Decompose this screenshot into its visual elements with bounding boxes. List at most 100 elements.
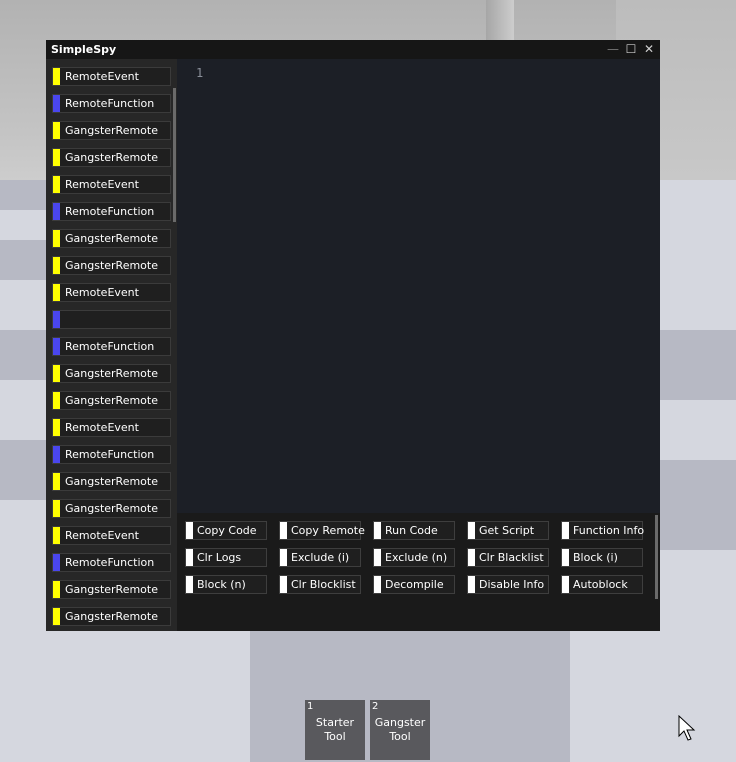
line-number: 1: [196, 66, 204, 80]
simplespy-window: SimpleSpy — ☐ ✕ RemoteEvent RemoteFunctio…: [46, 40, 660, 631]
hotbar-slot-starter-tool[interactable]: 1 Starter Tool: [305, 700, 365, 760]
copy-code-button[interactable]: Copy Code: [185, 521, 267, 540]
button-panel-scrollbar[interactable]: [655, 515, 658, 599]
button-indicator: [562, 522, 569, 539]
floor-tile: [660, 460, 736, 550]
button-indicator: [280, 522, 287, 539]
remote-log-label: RemoteFunction: [65, 205, 155, 218]
clr-logs-button[interactable]: Clr Logs: [185, 548, 267, 567]
remote-log-label: GangsterRemote: [65, 259, 158, 272]
remote-log-item[interactable]: [52, 310, 171, 329]
remote-log-item[interactable]: GangsterRemote: [52, 472, 171, 491]
block-n-button[interactable]: Block (n): [185, 575, 267, 594]
remote-log-label: RemoteFunction: [65, 340, 155, 353]
title-bar[interactable]: SimpleSpy — ☐ ✕: [46, 40, 660, 59]
maximize-button[interactable]: ☐: [622, 40, 640, 59]
remote-event-indicator: [53, 527, 60, 544]
floor-tile: [0, 330, 46, 380]
remote-log-label: RemoteEvent: [65, 421, 139, 434]
button-indicator: [280, 549, 287, 566]
exclude-i-button[interactable]: Exclude (i): [279, 548, 361, 567]
code-editor[interactable]: 1: [177, 59, 660, 513]
button-indicator: [186, 549, 193, 566]
button-label: Clr Logs: [197, 551, 242, 564]
button-label: Run Code: [385, 524, 438, 537]
remote-event-indicator: [53, 500, 60, 517]
button-indicator: [468, 576, 475, 593]
disable-info-button[interactable]: Disable Info: [467, 575, 549, 594]
remote-log-item[interactable]: GangsterRemote: [52, 256, 171, 275]
window-title: SimpleSpy: [51, 43, 117, 56]
remote-log-item[interactable]: GangsterRemote: [52, 229, 171, 248]
remote-log-item[interactable]: RemoteEvent: [52, 526, 171, 545]
remote-log-item[interactable]: RemoteEvent: [52, 175, 171, 194]
button-indicator: [468, 549, 475, 566]
button-indicator: [562, 549, 569, 566]
button-indicator: [186, 576, 193, 593]
remote-log-item[interactable]: RemoteFunction: [52, 202, 171, 221]
exclude-n-button[interactable]: Exclude (n): [373, 548, 455, 567]
remote-log-item[interactable]: GangsterRemote: [52, 148, 171, 167]
remote-function-indicator: [53, 446, 60, 463]
remote-log-item[interactable]: RemoteFunction: [52, 337, 171, 356]
button-label: Block (i): [573, 551, 618, 564]
remote-event-indicator: [53, 419, 60, 436]
remote-log-list[interactable]: RemoteEvent RemoteFunction GangsterRemote G…: [46, 59, 177, 631]
remote-log-label: GangsterRemote: [65, 232, 158, 245]
button-indicator: [186, 522, 193, 539]
button-label: Exclude (n): [385, 551, 448, 564]
remote-log-label: GangsterRemote: [65, 502, 158, 515]
remote-log-item[interactable]: RemoteEvent: [52, 418, 171, 437]
button-indicator: [374, 522, 381, 539]
remote-log-item[interactable]: RemoteFunction: [52, 553, 171, 572]
button-label: Clr Blocklist: [291, 578, 356, 591]
slot-number: 1: [307, 701, 314, 712]
run-code-button[interactable]: Run Code: [373, 521, 455, 540]
remote-log-label: GangsterRemote: [65, 394, 158, 407]
button-indicator: [374, 549, 381, 566]
remote-log-item[interactable]: GangsterRemote: [52, 121, 171, 140]
remote-log-item[interactable]: GangsterRemote: [52, 499, 171, 518]
remote-log-item[interactable]: GangsterRemote: [52, 580, 171, 599]
remote-log-item[interactable]: GangsterRemote: [52, 391, 171, 410]
remote-event-indicator: [53, 149, 60, 166]
clr-blacklist-button[interactable]: Clr Blacklist: [467, 548, 549, 567]
minimize-button[interactable]: —: [604, 40, 622, 59]
decompile-button[interactable]: Decompile: [373, 575, 455, 594]
remote-list-scrollbar[interactable]: [173, 88, 176, 222]
copy-remote-button[interactable]: Copy Remote: [279, 521, 365, 540]
clr-blocklist-button[interactable]: Clr Blocklist: [279, 575, 361, 594]
slot-number: 2: [372, 701, 379, 712]
button-label: Copy Code: [197, 524, 257, 537]
remote-event-indicator: [53, 392, 60, 409]
hotbar-slot-gangster-tool[interactable]: 2 Gangster Tool: [370, 700, 430, 760]
button-label: Get Script: [479, 524, 535, 537]
remote-log-label: RemoteEvent: [65, 178, 139, 191]
remote-function-indicator: [53, 203, 60, 220]
remote-event-indicator: [53, 257, 60, 274]
remote-function-indicator: [53, 554, 60, 571]
remote-log-item[interactable]: GangsterRemote: [52, 364, 171, 383]
button-label: Function Info: [573, 524, 645, 537]
remote-event-indicator: [53, 608, 60, 625]
block-i-button[interactable]: Block (i): [561, 548, 643, 567]
remote-log-label: GangsterRemote: [65, 583, 158, 596]
remote-log-label: RemoteFunction: [65, 97, 155, 110]
remote-log-item[interactable]: RemoteEvent: [52, 283, 171, 302]
autoblock-button[interactable]: Autoblock: [561, 575, 643, 594]
remote-event-indicator: [53, 230, 60, 247]
close-button[interactable]: ✕: [640, 40, 658, 59]
remote-log-item[interactable]: RemoteFunction: [52, 94, 171, 113]
get-script-button[interactable]: Get Script: [467, 521, 549, 540]
slot-tool-name: Gangster Tool: [374, 716, 426, 743]
remote-log-label: RemoteEvent: [65, 70, 139, 83]
remote-function-indicator: [53, 311, 60, 328]
remote-log-item[interactable]: RemoteFunction: [52, 445, 171, 464]
function-info-button[interactable]: Function Info: [561, 521, 645, 540]
button-label: Block (n): [197, 578, 246, 591]
remote-log-item[interactable]: GangsterRemote: [52, 607, 171, 626]
button-panel: Copy Code Copy Remote Run Code Get Script Fu…: [177, 513, 660, 631]
remote-log-item[interactable]: RemoteEvent: [52, 67, 171, 86]
remote-log-label: RemoteFunction: [65, 448, 155, 461]
remote-log-label: RemoteEvent: [65, 529, 139, 542]
